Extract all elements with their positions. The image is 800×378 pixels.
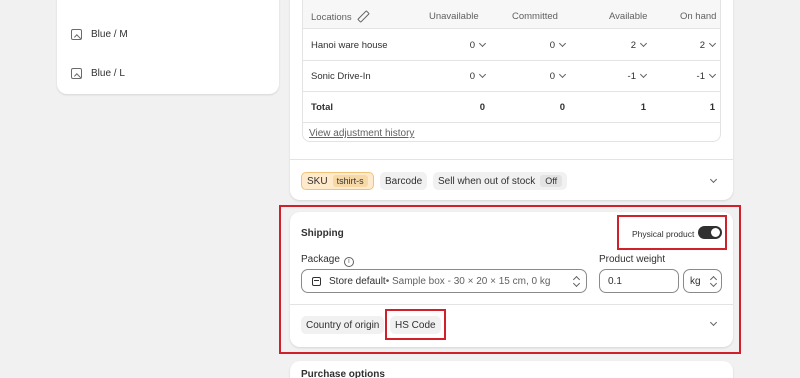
- purchase-options-title: Purchase options: [301, 369, 385, 378]
- section-divider: [290, 304, 733, 305]
- purchase-options-card: Purchase options: [290, 361, 733, 378]
- edit-pencil-icon[interactable]: [357, 11, 367, 21]
- row-divider: [303, 60, 720, 61]
- total-on-hand: 1: [709, 102, 715, 113]
- column-on-hand: On hand: [680, 11, 717, 22]
- row-divider: [303, 122, 720, 123]
- chevron-down-icon[interactable]: [478, 39, 487, 48]
- chevron-down-icon[interactable]: [709, 318, 718, 327]
- chevron-down-icon[interactable]: [639, 70, 648, 79]
- location-name: Hanoi ware house: [311, 40, 388, 51]
- product-weight-label: Product weight: [599, 254, 666, 265]
- image-icon: [71, 29, 82, 40]
- chevron-down-icon[interactable]: [558, 70, 567, 79]
- package-label: Package i: [301, 254, 354, 267]
- image-icon: [71, 68, 82, 79]
- chevron-down-icon[interactable]: [708, 39, 717, 48]
- package-name: Store default: [329, 275, 386, 287]
- sku-badge[interactable]: SKU tshirt-s: [301, 172, 374, 190]
- chevron-down-icon[interactable]: [709, 175, 718, 184]
- package-detail: • Sample box - 30 × 20 × 15 cm, 0 kg: [385, 275, 551, 287]
- available-value[interactable]: 2: [606, 40, 636, 51]
- country-of-origin-badge[interactable]: Country of origin: [301, 316, 385, 334]
- weight-unit: kg: [690, 275, 701, 287]
- hs-code-highlight: [385, 309, 446, 340]
- select-arrows-icon: [573, 276, 579, 287]
- available-value[interactable]: -1: [606, 71, 636, 82]
- unavailable-value[interactable]: 0: [445, 71, 475, 82]
- on-hand-value[interactable]: -1: [675, 71, 705, 82]
- on-hand-value[interactable]: 2: [675, 40, 705, 51]
- physical-product-highlight: [617, 215, 727, 250]
- inventory-card: Locations Unavailable Committed Availabl…: [290, 0, 733, 200]
- variant-item[interactable]: Blue / L: [71, 68, 125, 79]
- select-arrows-icon: [710, 276, 716, 287]
- column-available: Available: [609, 11, 648, 22]
- chevron-down-icon[interactable]: [708, 70, 717, 79]
- view-adjustment-history-link[interactable]: View adjustment history: [309, 128, 414, 139]
- column-unavailable: Unavailable: [429, 11, 479, 22]
- sku-value: tshirt-s: [332, 175, 368, 187]
- location-name: Sonic Drive-In: [311, 71, 371, 82]
- chevron-down-icon[interactable]: [639, 39, 648, 48]
- section-divider: [290, 159, 733, 160]
- sku-label: SKU: [307, 175, 328, 187]
- variant-label: Blue / L: [91, 68, 125, 79]
- package-select[interactable]: Store default • Sample box - 30 × 20 × 1…: [301, 269, 587, 293]
- chevron-down-icon[interactable]: [558, 39, 567, 48]
- column-committed: Committed: [512, 11, 558, 22]
- total-available: 1: [640, 102, 646, 113]
- product-weight-input[interactable]: 0.1: [599, 269, 679, 293]
- inventory-table: Locations Unavailable Committed Availabl…: [302, 0, 721, 142]
- total-unavailable: 0: [479, 102, 485, 113]
- total-committed: 0: [559, 102, 565, 113]
- chevron-down-icon[interactable]: [478, 70, 487, 79]
- row-divider: [303, 91, 720, 92]
- info-icon[interactable]: i: [343, 257, 354, 267]
- committed-value[interactable]: 0: [525, 40, 555, 51]
- shipping-title: Shipping: [301, 228, 344, 239]
- unavailable-value[interactable]: 0: [445, 40, 475, 51]
- sell-oos-label: Sell when out of stock: [438, 175, 536, 187]
- variant-label: Blue / M: [91, 29, 128, 40]
- weight-unit-select[interactable]: kg: [683, 269, 722, 293]
- variant-item[interactable]: Blue / M: [71, 29, 128, 40]
- sell-oos-value: Off: [540, 175, 563, 187]
- total-label: Total: [311, 102, 333, 113]
- sell-when-out-of-stock-badge[interactable]: Sell when out of stock Off: [433, 172, 568, 190]
- barcode-badge[interactable]: Barcode: [380, 172, 428, 190]
- committed-value[interactable]: 0: [525, 71, 555, 82]
- variants-card: Blue / M Blue / L: [57, 0, 279, 94]
- column-locations: Locations: [311, 11, 367, 23]
- package-icon: [312, 276, 321, 286]
